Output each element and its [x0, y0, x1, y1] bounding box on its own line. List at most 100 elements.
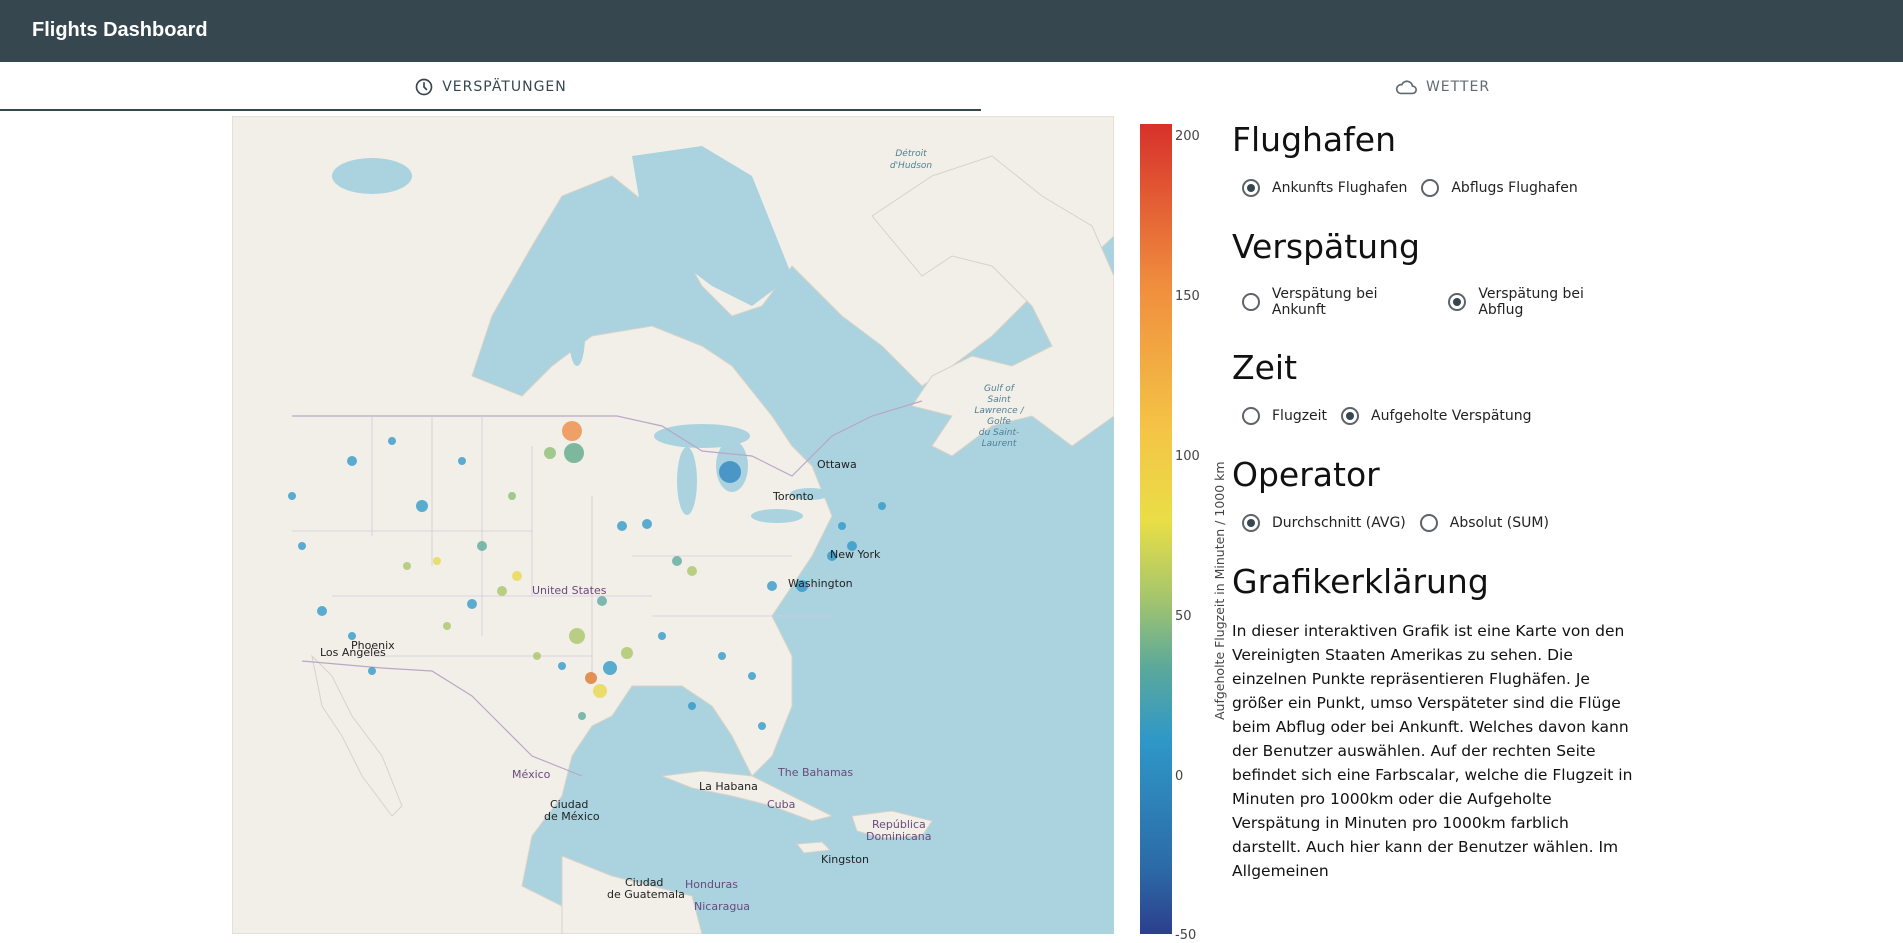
radio-button[interactable] [1242, 407, 1260, 425]
colorbar-tick: 50 [1175, 609, 1192, 624]
airport-marker[interactable] [433, 557, 441, 565]
map-label: United States [532, 584, 607, 597]
radio-label: Verspätung bei Abflug [1478, 286, 1584, 318]
airport-marker[interactable] [672, 556, 682, 566]
colorbar-tick: 0 [1175, 769, 1184, 784]
airport-marker[interactable] [298, 542, 306, 550]
airport-marker[interactable] [458, 457, 466, 465]
map-label: Lawrence / [974, 406, 1024, 416]
airport-marker[interactable] [416, 500, 428, 512]
airport-marker[interactable] [838, 522, 846, 530]
map-label: Saint [988, 395, 1011, 405]
airport-marker[interactable] [585, 672, 597, 684]
tab-verspaetungen[interactable]: VERSPÄTUNGEN [0, 62, 981, 111]
airport-marker[interactable] [508, 492, 516, 500]
airport-marker[interactable] [719, 461, 741, 483]
airport-marker[interactable] [767, 581, 777, 591]
radio-aufgeholte-verspaetung[interactable]: Aufgeholte Verspätung [1341, 407, 1532, 425]
map-label: Honduras [685, 878, 738, 891]
airport-marker[interactable] [564, 443, 584, 463]
radio-button[interactable] [1242, 514, 1260, 532]
tab-bar: VERSPÄTUNGEN WETTER [0, 62, 1903, 111]
colorbar-tick: 100 [1175, 449, 1200, 464]
map-label: Los Angeles [320, 646, 386, 659]
airport-marker[interactable] [658, 632, 666, 640]
active-tab-indicator [0, 109, 981, 111]
section-operator: Operator Durchschnitt (AVG) Absolut (SUM… [1232, 455, 1632, 532]
radio-button[interactable] [1341, 407, 1360, 425]
radio-durchschnitt[interactable]: Durchschnitt (AVG) [1242, 514, 1406, 532]
radio-button[interactable] [1242, 293, 1260, 311]
map-label: du Saint- [979, 428, 1020, 438]
section-grafikerklaerung: Grafikerklärung In dieser interaktiven G… [1232, 562, 1632, 883]
radio-absolut[interactable]: Absolut (SUM) [1419, 514, 1549, 532]
map-label: Nicaragua [694, 900, 750, 913]
airport-marker[interactable] [569, 628, 585, 644]
tab-wetter[interactable]: WETTER [981, 62, 1903, 111]
clock-icon [415, 78, 433, 95]
section-title: Verspätung [1232, 227, 1420, 266]
description-text: In dieser interaktiven Grafik ist eine K… [1232, 622, 1633, 880]
airport-marker[interactable] [758, 722, 766, 730]
lake-michigan [677, 447, 697, 515]
radio-abflugs-flughafen[interactable]: Abflugs Flughafen [1421, 179, 1578, 197]
colorbar [1140, 124, 1172, 934]
map-label: The Bahamas [777, 766, 853, 779]
lake-winnipeg [569, 306, 585, 366]
radio-button[interactable] [1242, 179, 1260, 197]
airport-marker[interactable] [497, 586, 507, 596]
airport-marker[interactable] [388, 437, 396, 445]
colorbar-tick: 200 [1175, 129, 1200, 144]
colorbar-gradient [1140, 124, 1172, 934]
map-label: Ottawa [817, 458, 857, 471]
airport-marker[interactable] [642, 519, 652, 529]
airport-marker[interactable] [558, 662, 566, 670]
map-label: de Guatemala [607, 888, 685, 901]
airport-marker[interactable] [603, 661, 617, 675]
airport-marker[interactable] [443, 622, 451, 630]
airport-marker[interactable] [512, 571, 522, 581]
airport-marker[interactable] [544, 447, 556, 459]
airport-marker[interactable] [688, 702, 696, 710]
map-label: Laurent [982, 439, 1017, 449]
airport-marker[interactable] [288, 492, 296, 500]
airport-marker[interactable] [617, 521, 627, 531]
airport-marker[interactable] [687, 566, 697, 576]
airport-marker[interactable] [597, 596, 607, 606]
airport-marker[interactable] [368, 667, 376, 675]
radio-button[interactable] [1419, 514, 1438, 532]
map-canvas[interactable]: Ottawa Toronto New York Washington Phoen… [232, 116, 1114, 934]
radio-verspaetung-abflug[interactable]: Verspätung bei Abflug [1448, 286, 1632, 318]
radio-button[interactable] [1421, 179, 1440, 197]
airport-marker[interactable] [562, 421, 582, 441]
great-bear-lake [332, 158, 412, 194]
airport-marker[interactable] [347, 456, 357, 466]
airport-marker[interactable] [477, 541, 487, 551]
airport-marker[interactable] [718, 652, 726, 660]
radio-button[interactable] [1448, 293, 1467, 311]
airport-marker[interactable] [317, 606, 327, 616]
colorbar-title: Aufgeholte Flugzeit in Minuten / 1000 km [1212, 461, 1227, 720]
section-verspaetung: Verspätung Verspätung bei Ankunft Verspä… [1232, 227, 1632, 318]
airport-marker[interactable] [578, 712, 586, 720]
radio-label: Flugzeit [1272, 408, 1328, 424]
radio-verspaetung-ankunft[interactable]: Verspätung bei Ankunft [1242, 286, 1434, 318]
radio-ankunfts-flughafen[interactable]: Ankunfts Flughafen [1242, 179, 1407, 197]
section-title: Operator [1232, 455, 1380, 494]
radio-label: Durchschnitt (AVG) [1272, 515, 1406, 531]
map-label: de México [544, 810, 600, 823]
airport-marker[interactable] [748, 672, 756, 680]
airport-marker[interactable] [878, 502, 886, 510]
airport-marker[interactable] [467, 599, 477, 609]
flight-map[interactable]: Ottawa Toronto New York Washington Phoen… [232, 116, 1114, 934]
airport-marker[interactable] [403, 562, 411, 570]
map-label: d'Hudson [890, 161, 933, 171]
airport-marker[interactable] [593, 684, 607, 698]
airport-marker[interactable] [621, 647, 633, 659]
land-jamaica [796, 841, 832, 854]
section-title: Flughafen [1232, 120, 1396, 159]
tab-label: VERSPÄTUNGEN [442, 78, 567, 95]
airport-marker[interactable] [533, 652, 541, 660]
section-title: Zeit [1232, 348, 1298, 387]
radio-flugzeit[interactable]: Flugzeit [1242, 407, 1327, 425]
